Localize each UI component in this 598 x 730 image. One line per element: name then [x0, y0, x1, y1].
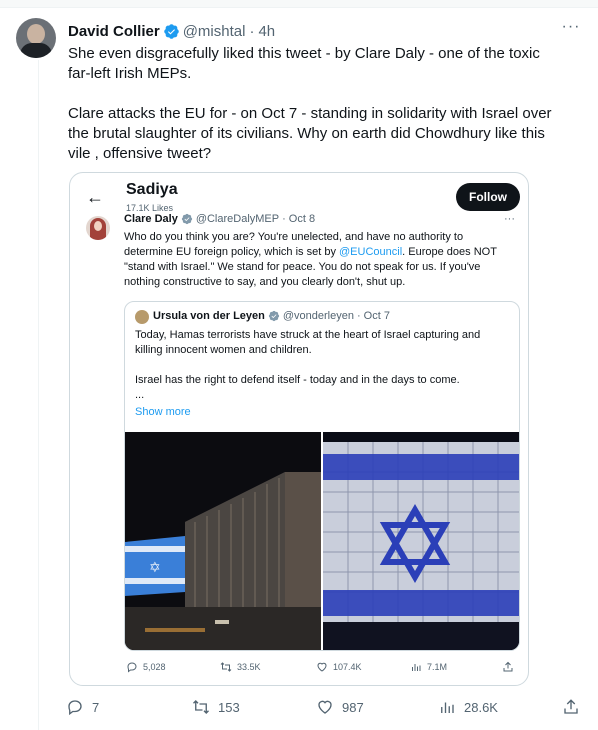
quoted-tweet-text: Today, Hamas terrorists have struck at t… [135, 328, 515, 403]
show-more-link: Show more [135, 406, 191, 418]
repost-icon [193, 700, 209, 714]
post-text-line: Clare attacks the EU for - on Oct 7 - st… [68, 105, 552, 122]
eu-council-link: @EUCouncil [339, 246, 403, 258]
reply-icon [127, 662, 137, 673]
embedded-text-fragment: determine EU foreign policy, which is se… [124, 246, 339, 258]
back-arrow-icon: ← [86, 187, 104, 207]
post-text: She even disgracefully liked this tweet … [68, 44, 578, 164]
more-options-icon[interactable]: ··· [561, 19, 581, 38]
reply-icon [68, 700, 82, 716]
post-text-line: She even disgracefully liked this tweet … [68, 45, 540, 62]
views-icon [412, 664, 421, 671]
attached-screenshot[interactable]: ← Sadiya 17.1K Likes Follow Clare Daly @… [69, 172, 529, 686]
heart-icon [318, 700, 332, 714]
share-icon [564, 699, 578, 714]
like-count: 987 [342, 699, 364, 715]
verified-badge-icon [268, 310, 279, 322]
berlaymont-building-photo: ✡ [125, 432, 321, 650]
quoted-text-line: Israel has the right to defend itself - … [135, 374, 460, 386]
action-bar: 7 153 987 28.6K [62, 698, 588, 720]
share-icon [503, 661, 513, 672]
post-header: David Collier @mishtal · 4h [68, 21, 275, 41]
quoted-text-line: Today, Hamas terrorists have struck at t… [135, 329, 481, 341]
reply-count: 7 [92, 699, 100, 715]
author-name[interactable]: David Collier [68, 23, 160, 40]
embedded-tweet-text: Who do you think you are? You're unelect… [124, 230, 524, 290]
embedded-repost-count: 33.5K [237, 662, 261, 672]
embedded-author-handle: @ClareDalyMEP [195, 213, 280, 225]
quoted-tweet-header: Ursula von der Leyen @vonderleyen · Oct … [153, 310, 390, 322]
clare-daly-avatar [86, 216, 110, 240]
embedded-text-line: determine EU foreign policy, which is se… [124, 245, 524, 260]
quoted-text-line: killing innocent women and children. [135, 344, 312, 356]
embedded-reply-stat: 5,028 [126, 661, 166, 673]
svg-text:✡: ✡ [149, 560, 161, 576]
embedded-like-stat: 107.4K [316, 661, 362, 673]
embedded-text-line: Who do you think you are? You're unelect… [124, 231, 464, 243]
embedded-share-stat [502, 661, 514, 673]
embedded-like-count: 107.4K [333, 662, 362, 672]
repost-button[interactable]: 153 [192, 698, 240, 716]
quoted-tweet: Ursula von der Leyen @vonderleyen · Oct … [124, 301, 520, 651]
embedded-date: Oct 8 [288, 213, 316, 225]
views-icon [441, 702, 454, 713]
avatar[interactable] [16, 18, 56, 58]
separator: · [356, 310, 361, 322]
embedded-text-line: "stand with Israel." We stand for peace.… [124, 261, 481, 273]
repost-icon [220, 662, 232, 672]
quoted-author-handle: @vonderleyen [282, 310, 354, 322]
reply-button[interactable]: 7 [66, 698, 99, 716]
share-button[interactable] [562, 698, 580, 716]
separator: · [282, 213, 286, 225]
more-options-icon: ··· [504, 213, 515, 225]
embedded-stats-bar: 5,028 33.5K 107.4K 7.1M [70, 661, 528, 681]
post-time[interactable]: 4h [258, 23, 275, 40]
follow-button: Follow [456, 183, 520, 211]
verified-badge-icon [163, 23, 179, 39]
post-text-line: vile , offensive tweet? [68, 145, 212, 162]
repost-count: 153 [218, 699, 240, 715]
verified-badge-icon [181, 213, 192, 225]
embedded-author-name: Clare Daly [124, 213, 178, 225]
embedded-views-count: 7.1M [427, 662, 448, 672]
heart-icon [317, 662, 327, 672]
thread-line [38, 60, 39, 730]
embedded-views-stat: 7.1M [410, 661, 447, 673]
views-count: 28.6K [464, 699, 498, 715]
embedded-text-line: nothing constructive to say, and you cle… [124, 276, 406, 288]
author-handle[interactable]: @mishtal [183, 23, 246, 40]
like-button[interactable]: 987 [316, 698, 364, 716]
profile-name: Sadiya [126, 181, 178, 198]
quoted-text-line: ... [135, 389, 145, 401]
views-button[interactable]: 28.6K [438, 698, 498, 716]
embedded-reply-count: 5,028 [143, 662, 166, 672]
quoted-author-name: Ursula von der Leyen [153, 310, 265, 322]
embedded-tweet-header: Clare Daly @ClareDalyMEP · Oct 8 [124, 213, 315, 225]
separator: · [249, 22, 255, 40]
quoted-date: Oct 7 [363, 310, 390, 322]
post-text-line: the brutal slaughter of its civilians. W… [68, 125, 545, 142]
top-divider [0, 0, 598, 8]
embedded-text-fragment: . Europe does NOT [402, 246, 497, 258]
ursula-avatar [135, 310, 149, 324]
post-text-line: far-left Irish MEPs. [68, 65, 192, 82]
israeli-flag-projection-photo [323, 432, 519, 650]
profile-likes: 17.1K Likes [126, 203, 174, 213]
embedded-repost-stat: 33.5K [220, 661, 261, 673]
